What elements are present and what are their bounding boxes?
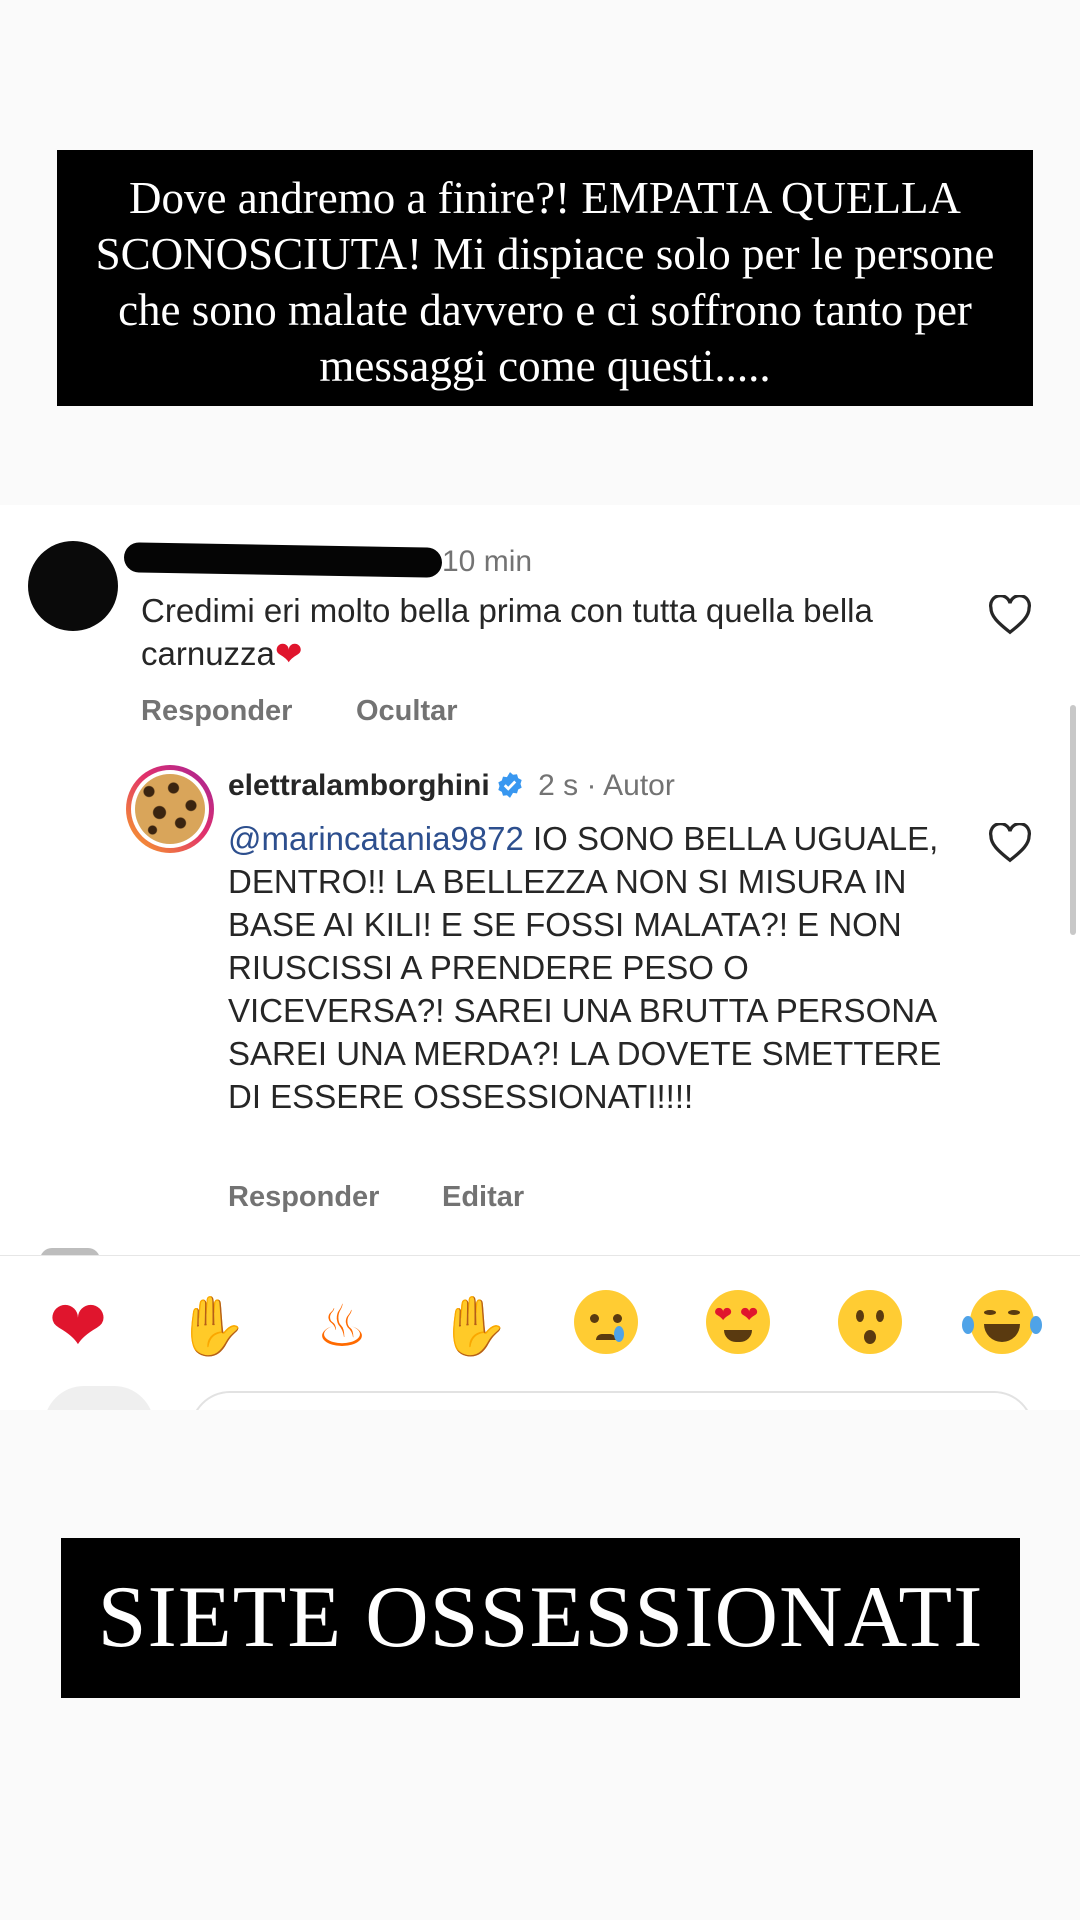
story-text-bottom: SIETE OSSESSIONATI xyxy=(97,1569,984,1666)
comment-input-peek[interactable] xyxy=(190,1391,1034,1410)
reply-author-avatar[interactable] xyxy=(126,765,214,853)
reply-header: elettralamborghini 2 s · Autor xyxy=(228,769,675,803)
story-text-banner-top: Dove andremo a finire?! EMPATIA QUELLA S… xyxy=(57,150,1033,406)
reply-like-heart-icon[interactable] xyxy=(988,823,1032,863)
comment-screenshot: 10 min Credimi eri molto bella prima con… xyxy=(0,505,1080,1410)
reply-username[interactable]: elettralamborghini xyxy=(228,769,490,802)
leopard-avatar-image xyxy=(135,774,205,844)
fire-emoji-icon[interactable]: ♨ xyxy=(302,1286,382,1366)
heart-emoji-icon[interactable]: ❤ xyxy=(38,1286,118,1366)
comment-timestamp: 10 min xyxy=(442,545,533,578)
reply-mention[interactable]: @marincatania9872 xyxy=(228,820,524,857)
like-heart-icon[interactable] xyxy=(988,595,1032,635)
crying-face-emoji-icon[interactable] xyxy=(574,1290,638,1354)
clapping-hands-emoji-icon[interactable]: ✋ xyxy=(434,1286,514,1366)
reply-edit-button[interactable]: Editar xyxy=(442,1181,524,1214)
reply-text-body: IO SONO BELLA UGUALE, DENTRO!! LA BELLEZ… xyxy=(228,820,942,1115)
comment-text: Credimi eri molto bella prima con tutta … xyxy=(141,589,941,675)
heart-eyes-emoji-icon[interactable]: ❤ ❤ xyxy=(706,1290,770,1354)
comment-hide-button[interactable]: Ocultar xyxy=(356,695,458,728)
reply-separator: · xyxy=(586,769,597,802)
red-heart-emoji: ❤ xyxy=(274,635,303,672)
reply-timestamp: 2 s xyxy=(538,769,579,802)
comment-text-body: Credimi eri molto bella prima con tutta … xyxy=(141,592,873,672)
story-text-top: Dove andremo a finire?! EMPATIA QUELLA S… xyxy=(95,173,995,391)
laughing-tears-emoji-icon[interactable] xyxy=(962,1290,1042,1354)
verified-badge-icon xyxy=(498,772,522,798)
surprised-face-emoji-icon[interactable] xyxy=(838,1290,902,1354)
author-label: Autor xyxy=(603,769,675,802)
commenter-avatar[interactable] xyxy=(28,541,118,631)
scrollbar[interactable] xyxy=(1070,705,1076,935)
composer-avatar-peek xyxy=(44,1386,154,1410)
emoji-reaction-bar: ❤ ✋ ♨ ✋ ❤ ❤ xyxy=(0,1255,1080,1410)
raised-hands-emoji-icon[interactable]: ✋ xyxy=(172,1286,252,1366)
reply-reply-button[interactable]: Responder xyxy=(228,1181,379,1214)
reply-text: @marincatania9872 IO SONO BELLA UGUALE, … xyxy=(228,817,948,1118)
story-text-banner-bottom: SIETE OSSESSIONATI xyxy=(61,1538,1020,1698)
comment-reply-button[interactable]: Responder xyxy=(141,695,292,728)
redacted-username xyxy=(123,542,443,578)
